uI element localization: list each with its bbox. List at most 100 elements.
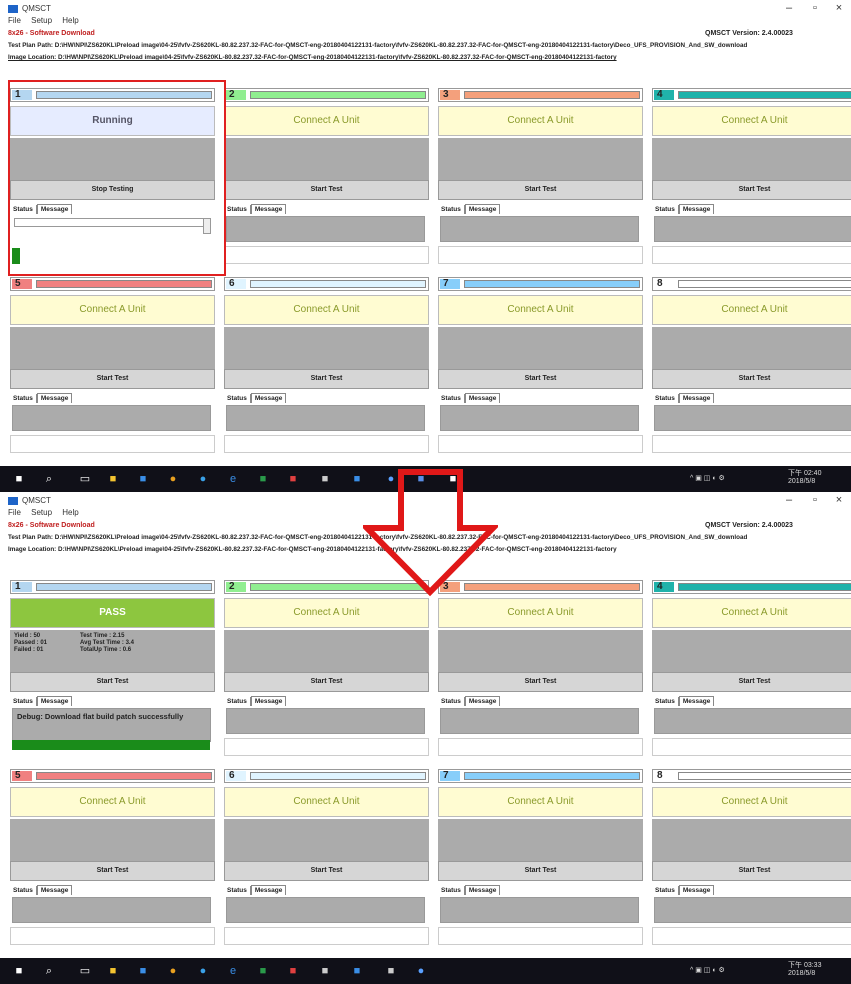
excel-icon[interactable]: ■: [256, 472, 270, 486]
tab-message[interactable]: Message: [464, 885, 501, 895]
browser-icon[interactable]: ●: [196, 964, 210, 978]
search-icon[interactable]: ⌕: [42, 472, 56, 486]
start-test-button[interactable]: Start Test: [438, 180, 643, 200]
slot-status-button[interactable]: Connect A Unit: [438, 106, 643, 136]
start-test-button[interactable]: Start Test: [10, 861, 215, 881]
folder-icon[interactable]: ■: [106, 964, 120, 978]
start-test-button[interactable]: Start Test: [652, 861, 851, 881]
edge-icon[interactable]: e: [226, 964, 240, 978]
slot-status-button[interactable]: Connect A Unit: [224, 787, 429, 817]
start-test-button[interactable]: Start Test: [224, 672, 429, 692]
tool-icon[interactable]: ■: [384, 964, 398, 978]
start-test-button[interactable]: Start Test: [652, 180, 851, 200]
tab-message[interactable]: Message: [464, 696, 501, 706]
slot-status-button[interactable]: Connect A Unit: [438, 598, 643, 628]
start-test-button[interactable]: Start Test: [10, 672, 215, 692]
tab-message[interactable]: Message: [464, 204, 501, 214]
clock[interactable]: 下午 03:33 2018/5/8: [788, 962, 821, 978]
start-test-button[interactable]: Start Test: [652, 672, 851, 692]
start-test-button[interactable]: Start Test: [438, 672, 643, 692]
tab-message[interactable]: Message: [36, 696, 73, 706]
tab-status[interactable]: Status: [438, 205, 465, 214]
slot-status-button[interactable]: Connect A Unit: [224, 295, 429, 325]
tab-status[interactable]: Status: [224, 205, 251, 214]
tab-status[interactable]: Status: [652, 394, 679, 403]
maximize-button[interactable]: ▫: [806, 2, 824, 14]
slot-status-button[interactable]: Connect A Unit: [224, 106, 429, 136]
tab-status[interactable]: Status: [652, 697, 679, 706]
tab-status[interactable]: Status: [438, 697, 465, 706]
pdf-icon[interactable]: ■: [286, 964, 300, 978]
minimize-button[interactable]: –: [780, 494, 798, 506]
start-test-button[interactable]: Start Test: [10, 369, 215, 389]
menu-help[interactable]: Help: [62, 508, 78, 517]
task-view-icon[interactable]: ▭: [78, 964, 92, 978]
tab-message[interactable]: Message: [250, 885, 287, 895]
tab-status[interactable]: Status: [438, 886, 465, 895]
tab-status[interactable]: Status: [10, 886, 37, 895]
tab-message[interactable]: Message: [250, 393, 287, 403]
menu-help[interactable]: Help: [62, 16, 78, 25]
slot-status-button[interactable]: Connect A Unit: [652, 787, 851, 817]
tab-message[interactable]: Message: [250, 204, 287, 214]
maximize-button[interactable]: ▫: [806, 494, 824, 506]
tool-icon[interactable]: ■: [318, 472, 332, 486]
tab-message[interactable]: Message: [678, 696, 715, 706]
tab-status[interactable]: Status: [10, 394, 37, 403]
start-test-button[interactable]: Start Test: [438, 369, 643, 389]
start-test-button[interactable]: Start Test: [652, 369, 851, 389]
start-test-button[interactable]: Start Test: [438, 861, 643, 881]
slot-status-button[interactable]: Connect A Unit: [652, 106, 851, 136]
minimize-button[interactable]: –: [780, 2, 798, 14]
start-icon[interactable]: ■: [12, 472, 26, 486]
task-view-icon[interactable]: ▭: [78, 472, 92, 486]
tab-status[interactable]: Status: [224, 886, 251, 895]
tab-status[interactable]: Status: [224, 394, 251, 403]
chrome-icon[interactable]: ●: [166, 964, 180, 978]
tab-message[interactable]: Message: [464, 393, 501, 403]
tab-message[interactable]: Message: [36, 885, 73, 895]
excel-icon[interactable]: ■: [256, 964, 270, 978]
app-icon-2[interactable]: ■: [350, 472, 364, 486]
tab-status[interactable]: Status: [224, 697, 251, 706]
tab-message[interactable]: Message: [250, 696, 287, 706]
slot-status-button[interactable]: PASS: [10, 598, 215, 628]
slot-status-button[interactable]: Connect A Unit: [10, 787, 215, 817]
edge-icon[interactable]: e: [226, 472, 240, 486]
chrome-icon[interactable]: ●: [166, 472, 180, 486]
tab-message[interactable]: Message: [36, 393, 73, 403]
close-button[interactable]: ×: [830, 2, 848, 14]
qmsct-icon[interactable]: ■: [350, 964, 364, 978]
close-button[interactable]: ×: [830, 494, 848, 506]
slot-status-button[interactable]: Connect A Unit: [438, 787, 643, 817]
image-icon[interactable]: ■: [318, 964, 332, 978]
start-test-button[interactable]: Start Test: [224, 861, 429, 881]
tray-icons[interactable]: ^ ▣ ◫ ◐ ⚙: [690, 966, 725, 974]
menu-file[interactable]: File: [8, 508, 21, 517]
tab-status[interactable]: Status: [10, 697, 37, 706]
tab-status[interactable]: Status: [438, 394, 465, 403]
tab-message[interactable]: Message: [678, 885, 715, 895]
image-location[interactable]: Image Location: D:\HW\NPI\ZS620KL\Preloa…: [8, 54, 851, 61]
tab-message[interactable]: Message: [678, 204, 715, 214]
start-test-button[interactable]: Start Test: [224, 369, 429, 389]
tab-message[interactable]: Message: [678, 393, 715, 403]
clock[interactable]: 下午 02:40 2018/5/8: [788, 470, 821, 486]
slot-status-button[interactable]: Connect A Unit: [652, 295, 851, 325]
outlook-icon[interactable]: ■: [136, 472, 150, 486]
menu-file[interactable]: File: [8, 16, 21, 25]
tab-status[interactable]: Status: [652, 205, 679, 214]
slot-status-button[interactable]: Connect A Unit: [224, 598, 429, 628]
outlook-icon[interactable]: ■: [136, 964, 150, 978]
tray-icons[interactable]: ^ ▣ ◫ ◐ ⚙: [690, 474, 725, 482]
map-icon[interactable]: ●: [414, 964, 428, 978]
tab-status[interactable]: Status: [652, 886, 679, 895]
slot-status-button[interactable]: Connect A Unit: [10, 295, 215, 325]
menu-setup[interactable]: Setup: [31, 508, 52, 517]
start-test-button[interactable]: Start Test: [224, 180, 429, 200]
slot-status-button[interactable]: Connect A Unit: [652, 598, 851, 628]
start-icon[interactable]: ■: [12, 964, 26, 978]
slot-status-button[interactable]: Connect A Unit: [438, 295, 643, 325]
browser-icon[interactable]: ●: [196, 472, 210, 486]
folder-icon[interactable]: ■: [106, 472, 120, 486]
